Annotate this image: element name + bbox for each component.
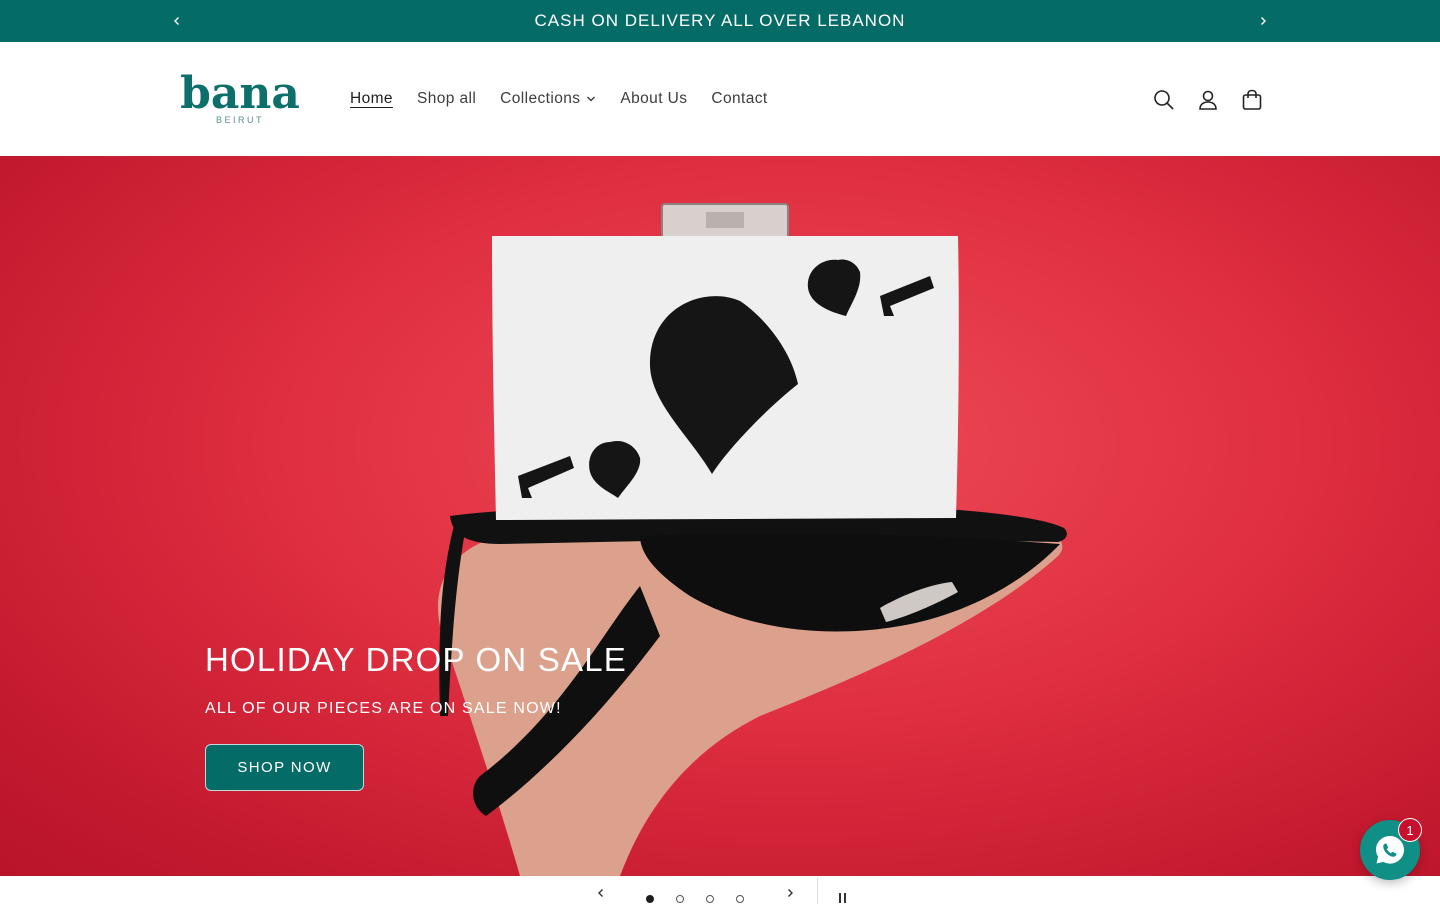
logo-wordmark: bana (180, 68, 300, 119)
announcement-text: CASH ON DELIVERY ALL OVER LEBANON (534, 11, 906, 30)
announcement-next-button[interactable] (1250, 8, 1276, 34)
announcement-bar: CASH ON DELIVERY ALL OVER LEBANON (0, 0, 1440, 42)
hero-content: HOLIDAY DROP ON SALE ALL OF OUR PIECES A… (205, 640, 627, 791)
logo-link[interactable]: bana BEIRUT (180, 68, 300, 126)
chevron-left-icon (174, 17, 179, 25)
next-slide-button[interactable] (780, 888, 800, 908)
hero-title: HOLIDAY DROP ON SALE (205, 641, 627, 678)
hero-subtitle: ALL OF OUR PIECES ARE ON SALE NOW! (205, 700, 562, 717)
main-navigation: Home Shop all Collections About Us Conta… (338, 42, 780, 156)
controls-divider (817, 878, 818, 904)
nav-contact-label: Contact (711, 90, 768, 107)
cart-icon (1242, 89, 1262, 110)
logo-tagline: BEIRUT (216, 115, 264, 125)
nav-home[interactable]: Home (338, 79, 405, 119)
nav-about-us-label: About Us (620, 90, 688, 107)
announcement-prev-button[interactable] (164, 8, 190, 34)
cart-button[interactable] (1230, 78, 1274, 122)
header-actions (1142, 78, 1274, 122)
account-button[interactable] (1186, 78, 1230, 122)
nav-shop-all-label: Shop all (416, 90, 477, 107)
site-header: bana BEIRUT Home Shop all Collections Ab… (0, 42, 1440, 156)
slide-dot-3[interactable] (706, 895, 714, 903)
nav-contact[interactable]: Contact (699, 79, 779, 119)
search-button[interactable] (1142, 78, 1186, 122)
slide-dot-2[interactable] (676, 895, 684, 903)
chevron-right-icon (1261, 17, 1266, 25)
brand-logo: bana BEIRUT (180, 68, 300, 125)
nav-collections[interactable]: Collections (488, 79, 608, 119)
pause-button[interactable] (838, 893, 848, 903)
account-icon (1199, 90, 1217, 110)
nav-shop-all[interactable]: Shop all (405, 79, 488, 119)
nav-about-us[interactable]: About Us (608, 79, 699, 119)
chevron-right-icon (788, 889, 793, 897)
search-icon (1154, 90, 1174, 110)
slide-dot-4[interactable] (736, 895, 744, 903)
notification-badge: 1 (1398, 818, 1422, 842)
shop-now-button[interactable]: SHOP NOW (205, 744, 364, 791)
previous-slide-button[interactable] (591, 888, 611, 908)
nav-collections-label: Collections (500, 90, 581, 107)
chevron-left-icon (598, 889, 603, 897)
slideshow-controls (0, 876, 1440, 904)
nav-home-label: Home (350, 90, 393, 107)
chevron-down-icon (586, 95, 596, 103)
slide-dot-1[interactable] (646, 895, 654, 903)
hero-banner: HOLIDAY DROP ON SALE ALL OF OUR PIECES A… (0, 156, 1440, 876)
